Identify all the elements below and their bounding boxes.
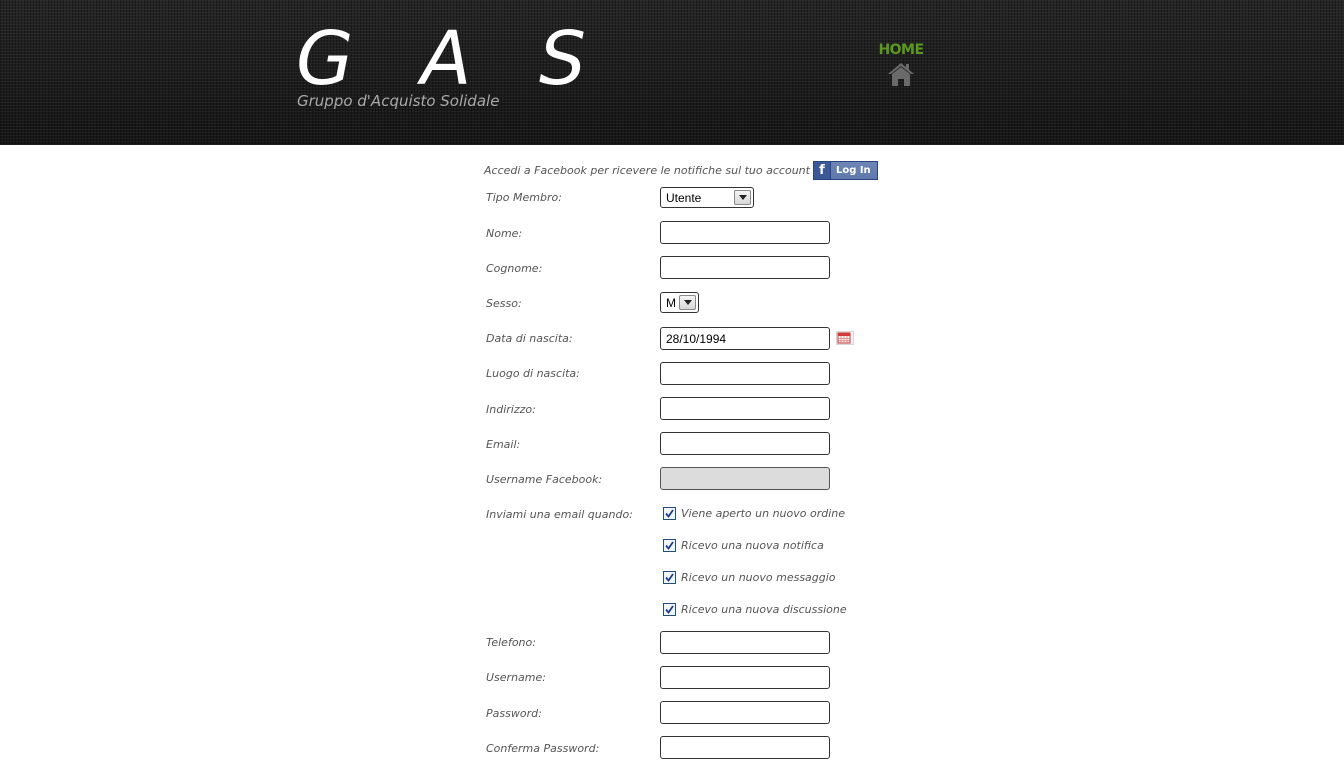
data-nascita-input[interactable] [660, 327, 830, 350]
username-label: Username: [486, 671, 546, 684]
nav-home-label: HOME [878, 42, 924, 58]
site-header: G A S Gruppo d'Acquisto Solidale HOME [0, 0, 1344, 145]
checkbox-nuova-discussione[interactable] [663, 602, 676, 616]
cognome-input[interactable] [660, 256, 830, 279]
nome-label: Nome: [486, 227, 523, 240]
sesso-value: M [666, 295, 676, 310]
facebook-login-button[interactable]: f Log In [812, 160, 878, 180]
username-facebook-label: Username Facebook: [486, 473, 603, 486]
luogo-nascita-label: Luogo di nascita: [486, 367, 580, 380]
facebook-prompt: Accedi a Facebook per ricevere le notifi… [484, 163, 810, 177]
tipo-membro-select[interactable]: Utente [660, 187, 754, 208]
notifica-option-nuovo-ordine: Viene aperto un nuovo ordine [663, 505, 845, 521]
option-label: Ricevo una nuova discussione [681, 602, 847, 616]
tipo-membro-value: Utente [666, 190, 702, 205]
telefono-label: Telefono: [486, 636, 536, 649]
conferma-password-input[interactable] [660, 736, 830, 759]
notifica-option-nuova-discussione: Ricevo una nuova discussione [663, 601, 847, 617]
indirizzo-input[interactable] [660, 397, 830, 420]
calendar-icon[interactable] [836, 331, 854, 345]
luogo-nascita-input[interactable] [660, 362, 830, 385]
facebook-icon: f [813, 161, 831, 179]
option-label: Ricevo una nuova notifica [681, 538, 824, 552]
logo-subtitle: Gruppo d'Acquisto Solidale [297, 92, 500, 110]
username-input[interactable] [660, 666, 830, 689]
option-label: Ricevo un nuovo messaggio [681, 570, 836, 584]
chevron-down-icon [679, 295, 696, 310]
chevron-down-icon [734, 190, 751, 205]
checkmark-icon [665, 540, 674, 550]
data-nascita-label: Data di nascita: [486, 332, 573, 345]
email-label: Email: [486, 438, 521, 451]
logo-title: G A S [296, 16, 608, 102]
home-icon [888, 63, 914, 86]
cognome-label: Cognome: [486, 262, 543, 275]
checkbox-nuovo-messaggio[interactable] [663, 570, 676, 584]
username-facebook-input [660, 467, 830, 490]
telefono-input[interactable] [660, 631, 830, 654]
notifiche-label: Inviami una email quando: [486, 508, 633, 521]
checkbox-nuovo-ordine[interactable] [663, 506, 676, 520]
nav-home-link[interactable]: HOME [872, 42, 930, 96]
option-label: Viene aperto un nuovo ordine [681, 506, 846, 520]
facebook-login-label: Log In [830, 161, 877, 179]
checkmark-icon [665, 604, 674, 614]
checkmark-icon [665, 572, 674, 582]
sesso-select[interactable]: M [660, 292, 699, 313]
password-input[interactable] [660, 701, 830, 724]
nome-input[interactable] [660, 221, 830, 244]
notifica-option-nuova-notifica: Ricevo una nuova notifica [663, 537, 824, 553]
password-label: Password: [486, 707, 542, 720]
tipo-membro-label: Tipo Membro: [486, 191, 562, 204]
notifica-option-nuovo-messaggio: Ricevo un nuovo messaggio [663, 569, 836, 585]
email-input[interactable] [660, 432, 830, 455]
indirizzo-label: Indirizzo: [486, 403, 536, 416]
sesso-label: Sesso: [486, 297, 522, 310]
checkbox-nuova-notifica[interactable] [663, 538, 676, 552]
conferma-password-label: Conferma Password: [486, 742, 600, 755]
facebook-login-row: Accedi a Facebook per ricevere le notifi… [484, 160, 878, 180]
checkmark-icon [665, 508, 674, 518]
